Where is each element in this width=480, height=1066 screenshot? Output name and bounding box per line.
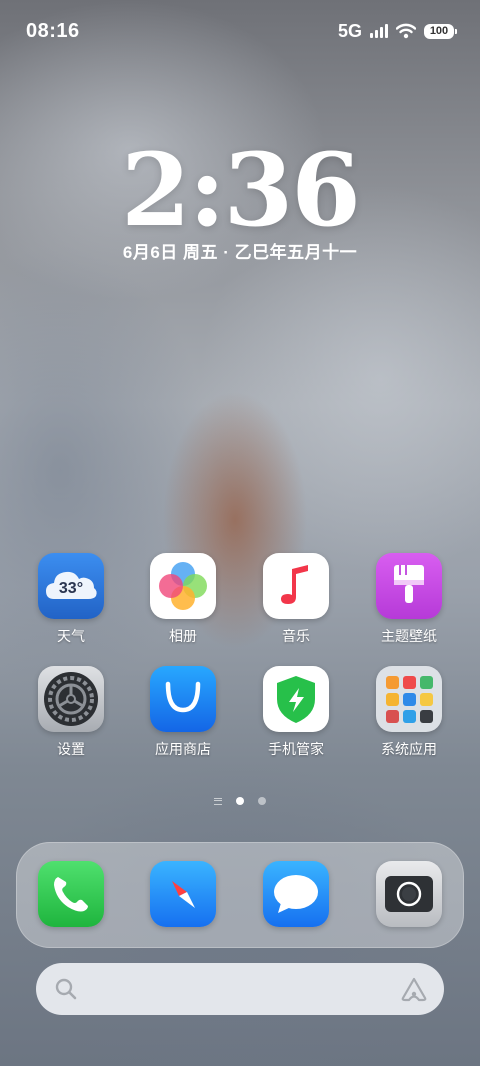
settings-icon bbox=[38, 666, 104, 732]
app-label: 主题壁纸 bbox=[381, 628, 437, 644]
app-store-icon bbox=[150, 666, 216, 732]
page-indicator[interactable] bbox=[0, 797, 480, 805]
date-line: 6月6日 周五 · 乙巳年五月十一 bbox=[122, 243, 358, 262]
app-theme-wallpaper[interactable]: 主题壁纸 bbox=[364, 553, 454, 646]
app-label: 手机管家 bbox=[268, 741, 324, 757]
wifi-icon bbox=[396, 23, 416, 39]
photos-icon bbox=[150, 553, 216, 619]
search-icon bbox=[55, 978, 77, 1000]
page-dot-active bbox=[236, 797, 244, 805]
page-dot bbox=[258, 797, 266, 805]
browser-compass-icon bbox=[150, 861, 216, 927]
app-system-folder[interactable]: 系统应用 bbox=[364, 666, 454, 759]
camera-icon bbox=[376, 861, 442, 927]
theme-wallpaper-icon bbox=[376, 553, 442, 619]
menu-lines-icon bbox=[214, 797, 222, 805]
phone-icon bbox=[38, 861, 104, 927]
phone-manager-icon bbox=[263, 666, 329, 732]
system-apps-folder-icon bbox=[376, 666, 442, 732]
lockscreen-clock: 2:36 bbox=[121, 131, 361, 249]
app-weather[interactable]: 33° 天气 bbox=[26, 553, 116, 646]
app-label: 天气 bbox=[57, 628, 85, 644]
app-phone-manager[interactable]: 手机管家 bbox=[251, 666, 341, 759]
weather-icon: 33° bbox=[38, 553, 104, 619]
app-label: 相册 bbox=[169, 628, 197, 644]
app-photos[interactable]: 相册 bbox=[138, 553, 228, 646]
app-store[interactable]: 应用商店 bbox=[138, 666, 228, 759]
network-type: 5G bbox=[337, 20, 362, 41]
status-bar: 08:16 5G 100 bbox=[26, 16, 457, 46]
app-label: 应用商店 bbox=[155, 741, 211, 757]
app-settings[interactable]: 设置 bbox=[26, 666, 116, 759]
messages-icon bbox=[263, 861, 329, 927]
dock-app-phone[interactable] bbox=[26, 861, 116, 927]
dock bbox=[16, 842, 464, 948]
signal-icon bbox=[370, 24, 388, 38]
dock-app-camera[interactable] bbox=[364, 861, 454, 927]
search-bar[interactable] bbox=[36, 963, 444, 1015]
app-music[interactable]: 音乐 bbox=[251, 553, 341, 646]
dock-app-messages[interactable] bbox=[251, 861, 341, 927]
status-indicators: 5G 100 bbox=[337, 20, 457, 42]
app-label: 系统应用 bbox=[381, 741, 437, 757]
battery-icon: 100 bbox=[424, 23, 457, 39]
assistant-icon[interactable] bbox=[400, 976, 428, 1002]
music-icon bbox=[263, 553, 329, 619]
app-label: 音乐 bbox=[282, 628, 310, 644]
status-time: 08:16 bbox=[26, 19, 80, 42]
weather-temp: 33° bbox=[58, 580, 84, 597]
app-label: 设置 bbox=[57, 741, 85, 757]
dock-app-browser[interactable] bbox=[138, 861, 228, 927]
